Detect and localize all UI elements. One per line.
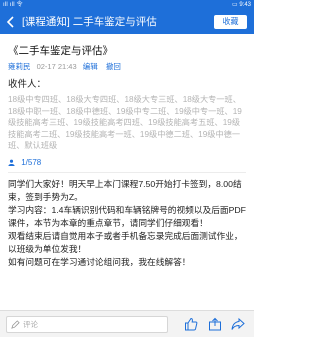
back-arrow-icon[interactable] (4, 15, 18, 29)
user-icon (8, 159, 15, 166)
body-paragraph: 如有问题可在学习通讨论组问我，我在线解答！ (8, 256, 191, 267)
comment-input[interactable]: 评论 (6, 316, 168, 333)
page-title: [课程通知] 二手车鉴定与评估 (22, 16, 157, 28)
post-time: 02-17 21:43 (36, 62, 77, 71)
notice-content: 《二手车鉴定与评估》 雍莉民 02-17 21:43 编辑 撤回 收件人： 18… (0, 34, 254, 310)
pen-icon (11, 320, 20, 329)
recipients-label: 收件人： (8, 79, 47, 90)
post-meta: 雍莉民 02-17 21:43 编辑 撤回 (8, 61, 246, 72)
status-right: ▭ 9:43 (232, 0, 251, 10)
revoke-link[interactable]: 撤回 (106, 62, 121, 71)
like-icon[interactable] (184, 317, 198, 331)
body-paragraph: 学习内容：1.4车辆识别代码和车辆铭牌号的视频以及后面PDF课件，本节为本章的重… (8, 204, 246, 228)
author-name[interactable]: 雍莉民 (8, 62, 31, 71)
body-paragraph: 同学们大家好！明天早上本门课程7.50开始打卡签到，8.00结束，签到手势为Z。 (8, 178, 242, 202)
edit-link[interactable]: 编辑 (83, 62, 98, 71)
favorite-button[interactable]: 收藏 (214, 15, 247, 29)
clock: 9:43 (239, 2, 251, 8)
comment-placeholder: 评论 (23, 320, 38, 329)
body-paragraph: 观看结束后请自觉用本子或者手机备忘录完成后面测试作业，以班级为单位发我！ (8, 230, 243, 254)
forward-icon[interactable] (231, 317, 245, 331)
read-count-row[interactable]: 1/578 (8, 157, 246, 173)
app-header: [课程通知] 二手车鉴定与评估 收藏 (0, 10, 254, 34)
read-count: 1/578 (21, 157, 42, 167)
share-icon[interactable] (208, 317, 222, 331)
signal-icon: ıll ıll 令 (3, 2, 23, 8)
notice-body: 同学们大家好！明天早上本门课程7.50开始打卡签到，8.00结束，签到手势为Z。… (8, 178, 246, 269)
battery-icon: ▭ (231, 2, 238, 8)
bottom-bar: 评论 (0, 310, 254, 337)
recipients-list: 18级中专四班、18级大专四班、18级大专三班、18级大专一班、18级中职一班、… (8, 95, 242, 150)
status-bar: ıll ıll 令 ▭ 9:43 (0, 0, 254, 10)
post-title: 《二手车鉴定与评估》 (8, 45, 113, 57)
